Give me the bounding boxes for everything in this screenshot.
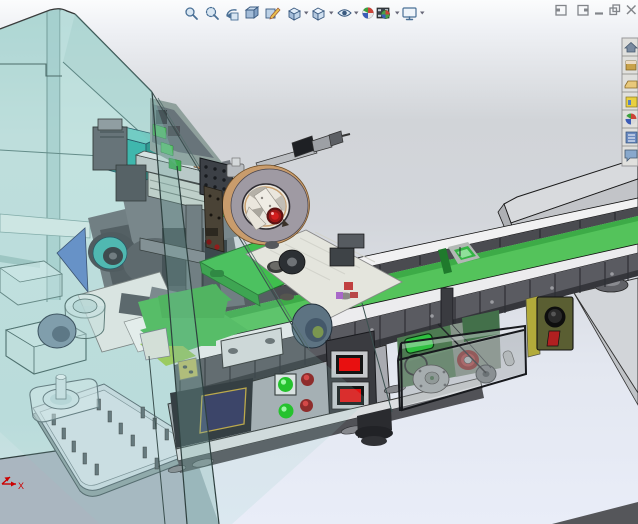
svg-text:X: X [18, 481, 24, 491]
